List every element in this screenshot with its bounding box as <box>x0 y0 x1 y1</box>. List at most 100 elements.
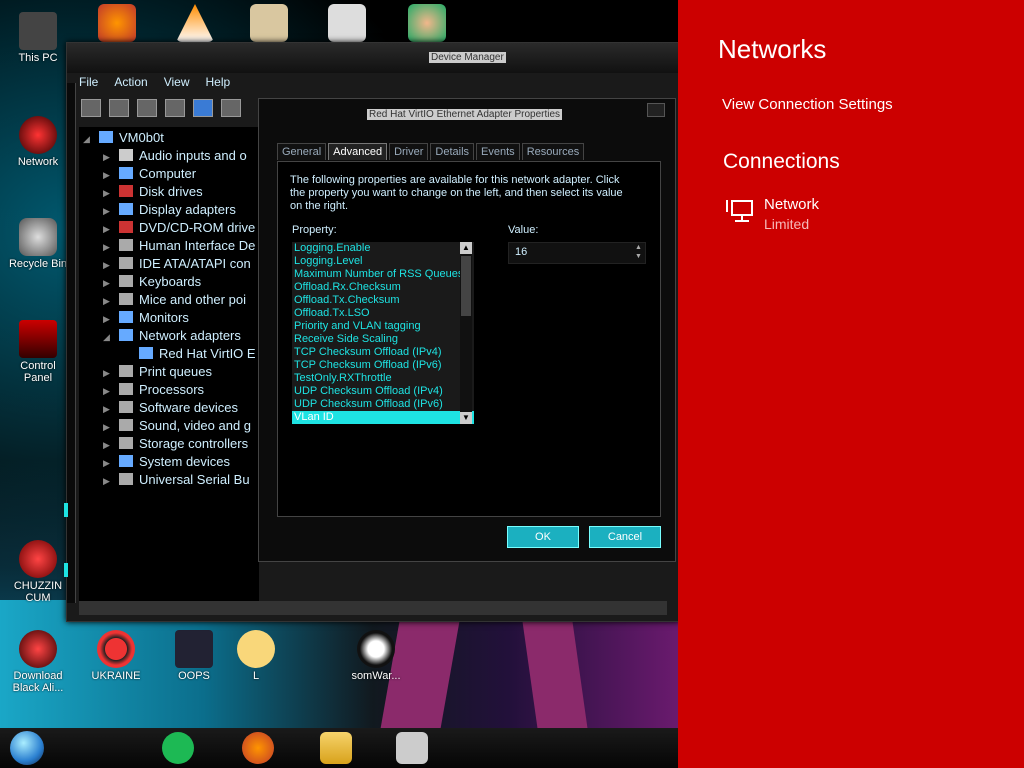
tree-item-audio[interactable]: ▶ Audio inputs and o <box>103 147 247 165</box>
property-item[interactable]: TestOnly.RXThrottle <box>292 372 474 385</box>
network-item-name[interactable]: Network <box>764 196 819 213</box>
tree-item-dvd[interactable]: ▶ DVD/CD-ROM drive <box>103 219 255 237</box>
ok-button[interactable]: OK <box>507 526 579 548</box>
property-item[interactable]: Logging.Level <box>292 255 474 268</box>
desktop-icon-chuzzin[interactable]: CHUZZIN CUM <box>8 540 68 604</box>
dvd-icon <box>119 221 133 233</box>
skull-icon <box>357 630 395 668</box>
tree-item-processors[interactable]: ▶ Processors <box>103 381 204 399</box>
tab-driver[interactable]: Driver <box>389 143 429 160</box>
tree-root[interactable]: ◢ VM0b0t <box>83 129 164 147</box>
tree-item-monitors[interactable]: ▶ Monitors <box>103 309 189 327</box>
title-bar[interactable]: Device Manager <box>67 43 678 73</box>
property-item[interactable]: TCP Checksum Offload (IPv6) <box>292 359 474 372</box>
networks-title: Networks <box>718 34 827 64</box>
tree-item-sound[interactable]: ▶ Sound, video and g <box>103 417 251 435</box>
value-spinbox[interactable]: 16 ▲ ▼ <box>508 242 646 264</box>
connections-heading: Connections <box>723 150 840 173</box>
frame-accent <box>64 563 68 577</box>
scan-hardware-icon[interactable] <box>221 99 241 117</box>
property-item[interactable]: Priority and VLAN tagging <box>292 320 474 333</box>
device-manager-icon[interactable] <box>396 732 428 764</box>
menu-action[interactable]: Action <box>114 75 147 95</box>
desktop-icon-recycle-bin[interactable]: Recycle Bin <box>8 218 68 270</box>
property-item-selected[interactable]: VLan ID <box>292 411 474 424</box>
tab-resources[interactable]: Resources <box>521 143 585 160</box>
desktop-icon-label: Control Panel <box>20 360 56 384</box>
menu-file[interactable]: File <box>79 75 98 95</box>
tree-item-keyboards[interactable]: ▶ Keyboards <box>103 273 201 291</box>
tree-item-software-devices[interactable]: ▶ Software devices <box>103 399 238 417</box>
menu-help[interactable]: Help <box>206 75 231 95</box>
tree-root-label: VM0b0t <box>119 130 164 145</box>
scroll-thumb[interactable] <box>461 256 471 316</box>
cancel-button[interactable]: Cancel <box>589 526 661 548</box>
storage-icon <box>119 437 133 449</box>
monitor-icon <box>119 311 133 323</box>
window-frame <box>67 83 76 603</box>
tab-details[interactable]: Details <box>430 143 475 160</box>
menu-view[interactable]: View <box>164 75 190 95</box>
view-connection-settings-link[interactable]: View Connection Settings <box>722 96 893 113</box>
forward-arrow-icon[interactable] <box>109 99 129 117</box>
tree-item-mice[interactable]: ▶ Mice and other poi <box>103 291 246 309</box>
tree-item-disk-drives[interactable]: ▶ Disk drives <box>103 183 203 201</box>
property-item[interactable]: TCP Checksum Offload (IPv4) <box>292 346 474 359</box>
tree-item-hid[interactable]: ▶ Human Interface De <box>103 237 255 255</box>
desktop-icon-download[interactable]: Download Black Ali... <box>8 630 68 694</box>
property-item[interactable]: UDP Checksum Offload (IPv6) <box>292 398 474 411</box>
properties-icon[interactable] <box>137 99 157 117</box>
tab-events[interactable]: Events <box>476 143 520 160</box>
toolbar <box>81 99 241 121</box>
file-explorer-icon[interactable] <box>320 732 352 764</box>
tree-item-display-adapters[interactable]: ▶ Display adapters <box>103 201 236 219</box>
property-item[interactable]: Offload.Tx.LSO <box>292 307 474 320</box>
property-list-scrollbar[interactable]: ▲ ▼ <box>460 242 472 424</box>
property-item[interactable]: Logging.Enable <box>292 242 474 255</box>
property-item[interactable]: Maximum Number of RSS Queues <box>292 268 474 281</box>
close-icon[interactable] <box>647 103 665 117</box>
collapse-arrow-icon[interactable]: ◢ <box>83 130 93 148</box>
tree-item-storage-controllers[interactable]: ▶ Storage controllers <box>103 435 248 453</box>
start-orb[interactable] <box>10 731 44 765</box>
desktop-icon-this-pc[interactable]: This PC <box>8 12 68 64</box>
tree-item-virtio-adapter[interactable]: Red Hat VirtIO E <box>139 345 256 363</box>
scroll-up-icon[interactable]: ▲ <box>460 242 472 254</box>
app-icon[interactable] <box>328 4 366 42</box>
tree-item-system-devices[interactable]: ▶ System devices <box>103 453 230 471</box>
hxd-icon[interactable] <box>250 4 288 42</box>
property-item[interactable]: Offload.Rx.Checksum <box>292 281 474 294</box>
desktop-icon-network[interactable]: Network <box>8 116 68 168</box>
firefox-icon[interactable] <box>98 4 136 42</box>
desktop-icon-l[interactable]: L <box>226 630 286 682</box>
tree-item-network-adapters[interactable]: ◢ Network adapters <box>103 327 241 345</box>
tab-advanced[interactable]: Advanced <box>328 143 388 160</box>
desktop-icon-oops[interactable]: OOPS <box>164 630 224 682</box>
spin-arrows-icon[interactable]: ▲ ▼ <box>635 243 643 261</box>
tree-item-computer[interactable]: ▶ Computer <box>103 165 196 183</box>
disk-icon <box>119 185 133 197</box>
tree-item-print-queues[interactable]: ▶ Print queues <box>103 363 212 381</box>
property-item[interactable]: Offload.Tx.Checksum <box>292 294 474 307</box>
property-item[interactable]: UDP Checksum Offload (IPv4) <box>292 385 474 398</box>
help-icon[interactable] <box>193 99 213 117</box>
tree-item-usb[interactable]: ▶ Universal Serial Bu <box>103 471 250 489</box>
firefox-icon[interactable] <box>242 732 274 764</box>
back-arrow-icon[interactable] <box>81 99 101 117</box>
desktop-icon-ukraine[interactable]: UKRAINE <box>86 630 146 682</box>
tab-general[interactable]: General <box>277 143 327 160</box>
property-item[interactable]: Receive Side Scaling <box>292 333 474 346</box>
desktop-icon-label: Download Black Ali... <box>12 670 64 694</box>
spotify-icon[interactable] <box>162 732 194 764</box>
desktop-icon-ransomware[interactable]: somWar... <box>346 630 406 682</box>
monitor-icon <box>119 203 133 215</box>
vlc-icon[interactable] <box>176 4 214 42</box>
network-adapter-icon <box>139 347 153 359</box>
tree-item-ide[interactable]: ▶ IDE ATA/ATAPI con <box>103 255 251 273</box>
ethernet-icon <box>726 200 753 222</box>
property-list[interactable]: Logging.Enable Logging.Level Maximum Num… <box>292 242 474 424</box>
user-icon[interactable] <box>408 4 446 42</box>
scroll-down-icon[interactable]: ▼ <box>460 412 472 424</box>
desktop-icon-control-panel[interactable]: Control Panel <box>8 320 68 384</box>
update-driver-icon[interactable] <box>165 99 185 117</box>
